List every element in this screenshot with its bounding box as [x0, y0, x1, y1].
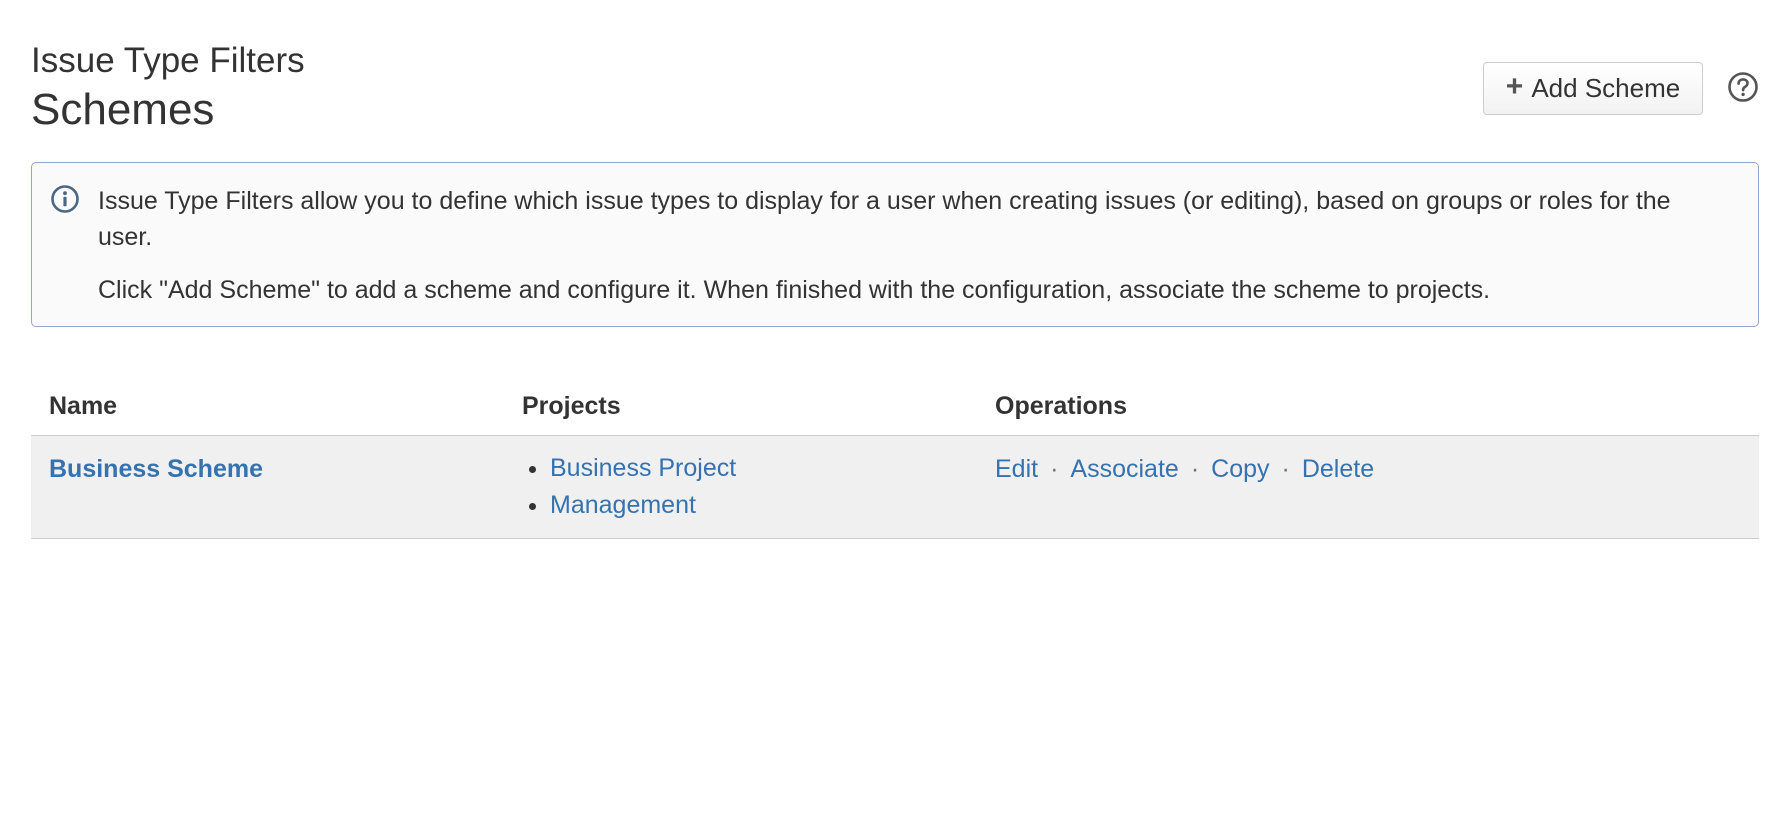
- operations-list: Edit · Associate · Copy · Delete: [995, 450, 1759, 488]
- list-item: Business Project: [550, 450, 977, 487]
- column-header-name: Name: [31, 377, 504, 436]
- plus-icon: +: [1505, 70, 1524, 103]
- page: Issue Type Filters Schemes + Add Scheme …: [0, 0, 1778, 840]
- info-circle-icon: [51, 185, 79, 213]
- info-text: Issue Type Filters allow you to define w…: [98, 183, 1728, 325]
- project-link-business-project[interactable]: Business Project: [550, 454, 736, 482]
- project-link-management[interactable]: Management: [550, 491, 696, 519]
- page-subtitle: Issue Type Filters: [31, 41, 305, 80]
- schemes-table: Name Projects Operations Business Scheme…: [31, 377, 1759, 539]
- associate-link[interactable]: Associate: [1070, 455, 1178, 483]
- column-header-operations: Operations: [977, 377, 1759, 436]
- separator: ·: [1190, 455, 1200, 483]
- scheme-name-link[interactable]: Business Scheme: [49, 455, 263, 483]
- projects-list: Business Project Management: [522, 450, 977, 524]
- add-scheme-label: Add Scheme: [1531, 73, 1681, 103]
- cell-projects: Business Project Management: [504, 435, 977, 539]
- delete-link[interactable]: Delete: [1302, 455, 1374, 483]
- info-message: Issue Type Filters allow you to define w…: [31, 162, 1759, 327]
- info-line-2: Click "Add Scheme" to add a scheme and c…: [98, 276, 1491, 304]
- column-header-projects: Projects: [504, 377, 977, 436]
- question-mark-icon[interactable]: [1727, 71, 1759, 103]
- separator: ·: [1050, 455, 1059, 483]
- copy-link[interactable]: Copy: [1211, 455, 1269, 483]
- info-line-1: Issue Type Filters allow you to define w…: [98, 187, 1671, 251]
- separator: ·: [1281, 455, 1290, 483]
- table-header-row: Name Projects Operations: [31, 377, 1759, 436]
- page-title: Schemes: [31, 85, 215, 134]
- cell-name: Business Scheme: [31, 435, 504, 539]
- edit-link[interactable]: Edit: [995, 455, 1038, 483]
- list-item: Management: [550, 487, 977, 524]
- cell-operations: Edit · Associate · Copy · Delete: [977, 435, 1759, 539]
- table-row: Business Scheme Business Project Managem…: [31, 435, 1759, 539]
- page-header: Issue Type Filters Schemes: [31, 40, 305, 136]
- add-scheme-button[interactable]: + Add Scheme: [1483, 62, 1703, 115]
